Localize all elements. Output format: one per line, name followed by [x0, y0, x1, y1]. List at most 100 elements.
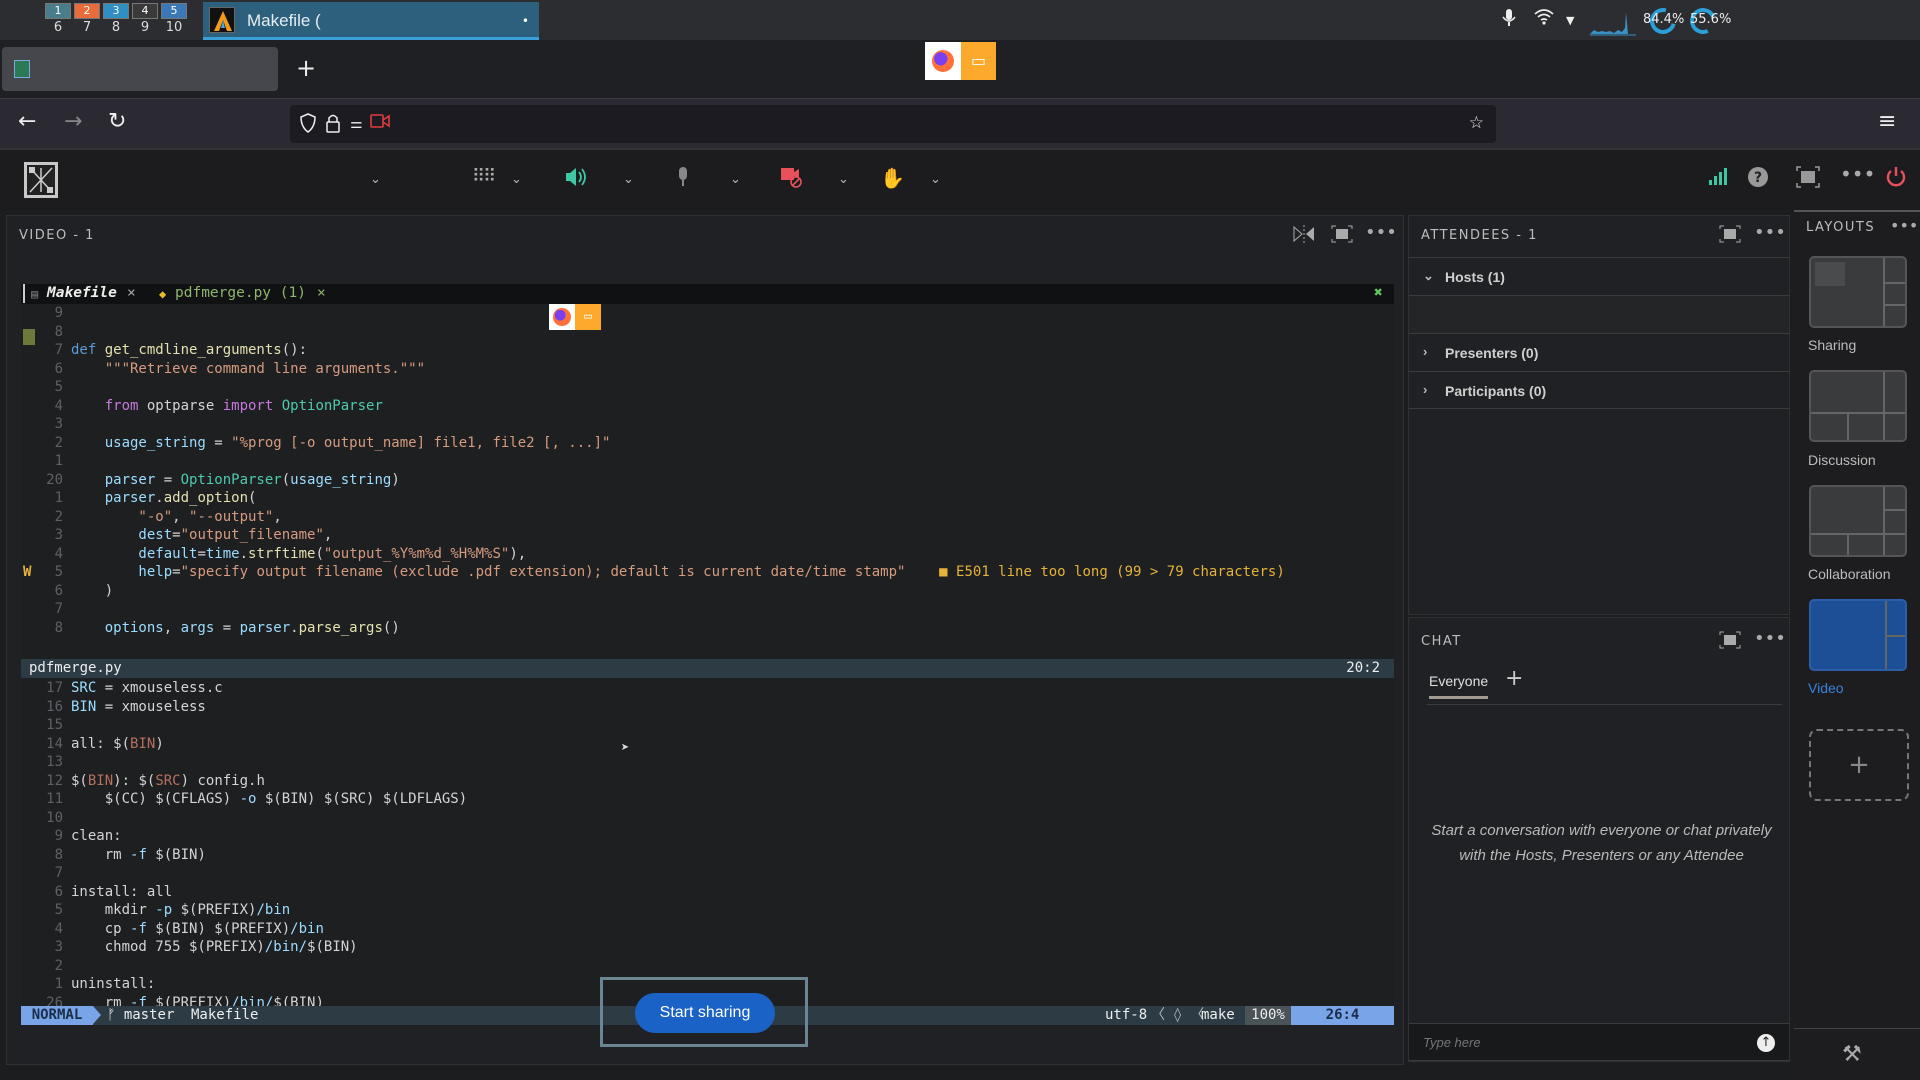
fullscreen-icon[interactable] — [1796, 166, 1820, 193]
microphone-icon[interactable] — [1500, 8, 1518, 32]
meeting-toolbar: ⌄ ⠿⠿ ⌄ ⌄ ⌄ ⌄ ✋ ⌄ ? ••• — [0, 148, 1920, 210]
close-tab-icon[interactable]: × — [317, 285, 326, 301]
sharing-indicator[interactable]: ▭ — [925, 42, 996, 80]
hamburger-menu-button[interactable]: ≡ — [1878, 109, 1896, 134]
attendee-group-participants[interactable]: › Participants (0) — [1409, 371, 1789, 409]
power-icon[interactable] — [1885, 166, 1907, 193]
code-line: 4 from optparse import OptionParser — [21, 397, 383, 416]
meeting-title-dropdown[interactable]: ⌄ — [370, 172, 381, 187]
workspace-6[interactable]: 16 — [44, 2, 72, 38]
code-token: , — [273, 508, 282, 525]
wifi-icon[interactable] — [1533, 8, 1555, 30]
line-number: 10 — [46, 809, 63, 826]
pod-more-icon[interactable]: ••• — [1754, 222, 1786, 243]
svg-text:?: ? — [1754, 170, 1762, 186]
workspace-8[interactable]: 38 — [102, 2, 130, 38]
line-number: 5 — [54, 379, 63, 395]
code-token: chmod 755 $(PREFIX) — [71, 939, 265, 955]
code-token: -p — [155, 902, 173, 918]
new-tab-button[interactable]: + — [296, 54, 316, 82]
pod-more-icon[interactable]: ••• — [1365, 222, 1397, 243]
code-line: 7 — [21, 864, 71, 883]
line-number: 13 — [46, 754, 63, 770]
reload-button[interactable]: ↻ — [108, 109, 126, 134]
workspace-9[interactable]: 49 — [131, 2, 159, 38]
add-layout-button[interactable]: + — [1809, 729, 1909, 801]
chat-input[interactable] — [1409, 1023, 1789, 1061]
signal-bars-icon[interactable] — [1708, 166, 1728, 191]
editor-tab-pdfmerge[interactable]: pdfmerge.py (1) — [175, 285, 306, 301]
pod-fullscreen-icon[interactable] — [1331, 225, 1353, 247]
pod-fullscreen-icon[interactable] — [1719, 225, 1741, 247]
layout-collaboration[interactable] — [1809, 485, 1907, 557]
active-window-button[interactable]: Makefile ( • — [203, 2, 539, 40]
more-options-icon[interactable]: ••• — [1840, 162, 1875, 186]
speaker-icon[interactable] — [564, 166, 588, 193]
mic-dropdown[interactable]: ⌄ — [730, 172, 741, 187]
mirror-icon[interactable] — [1293, 225, 1315, 247]
back-button[interactable]: ← — [18, 109, 36, 134]
shield-icon[interactable] — [300, 113, 316, 138]
browser-tab[interactable] — [2, 47, 278, 91]
code-line: 13 — [21, 753, 71, 772]
microphone-icon[interactable] — [676, 166, 690, 193]
code-token: = — [163, 471, 181, 488]
code-token: -f — [130, 846, 147, 863]
caret-down-icon[interactable]: ▼ — [1566, 14, 1574, 27]
code-token: cp — [71, 920, 131, 937]
bookmark-star-icon[interactable]: ☆ — [1469, 113, 1484, 133]
tools-icon[interactable]: ⚒ — [1842, 1042, 1862, 1067]
hand-dropdown[interactable]: ⌄ — [930, 172, 941, 187]
mem-gauge-value: 55.6% — [1690, 12, 1732, 27]
line-number: 6 — [54, 360, 63, 377]
workspace-7[interactable]: 27 — [73, 2, 101, 38]
apps-dropdown[interactable]: ⌄ — [511, 172, 522, 187]
permissions-icon[interactable]: ⚌ — [350, 116, 363, 132]
layouts-more-icon[interactable]: ••• — [1890, 216, 1918, 235]
send-icon[interactable]: ↑ — [1757, 1034, 1775, 1052]
chat-tab-everyone[interactable]: Everyone — [1429, 673, 1489, 699]
code-token: "%prog [-o output_name] file1, file2 [, … — [231, 434, 611, 451]
layouts-rail: LAYOUTS ••• Sharing Discussion Collabora… — [1794, 210, 1920, 1080]
help-icon[interactable]: ? — [1747, 166, 1769, 193]
audio-dropdown[interactable]: ⌄ — [623, 172, 634, 187]
code-token: $(BIN) $(PREFIX) — [146, 920, 291, 937]
pod-more-icon[interactable]: ••• — [1754, 628, 1786, 649]
layout-discussion[interactable] — [1809, 370, 1907, 442]
scroll-percent: 100% — [1245, 1006, 1291, 1025]
code-token: -f — [130, 920, 147, 937]
chat-pod: CHAT ••• Everyone + Start a conversation… — [1408, 617, 1790, 1062]
code-token: from — [71, 397, 147, 414]
pod-fullscreen-icon[interactable] — [1719, 631, 1741, 653]
editor-tab-makefile[interactable]: Makefile — [47, 285, 117, 301]
layout-sharing[interactable] — [1809, 256, 1907, 328]
raise-hand-icon[interactable]: ✋ — [880, 166, 905, 190]
code-line: 8 — [21, 323, 71, 342]
code-token: ) — [391, 471, 400, 488]
start-sharing-button[interactable]: Start sharing — [635, 993, 775, 1033]
apps-grid-icon[interactable]: ⠿⠿ — [472, 166, 496, 187]
code-line: 14 all: $(BIN) — [21, 735, 164, 754]
camera-dropdown[interactable]: ⌄ — [838, 172, 849, 187]
code-token: "output_%Y%m%d_%H%M%S" — [323, 545, 510, 562]
layout-video[interactable] — [1809, 599, 1907, 671]
camera-in-use-icon[interactable] — [370, 113, 390, 134]
code-token: install: all — [71, 883, 173, 900]
line-number: 8 — [54, 846, 63, 863]
camera-off-icon[interactable] — [780, 166, 804, 193]
divider — [1794, 1028, 1920, 1029]
browser-tab-strip: + ▭ — [0, 40, 1920, 98]
line-number: 4 — [54, 920, 63, 937]
attendee-group-hosts[interactable]: ⌄ Hosts (1) — [1409, 257, 1789, 295]
close-tab-icon[interactable]: × — [127, 285, 136, 301]
code-line: 2 usage_string = "%prog [-o output_name]… — [21, 434, 611, 453]
forward-button[interactable]: → — [64, 109, 82, 134]
code-token: $(BIN) — [307, 939, 358, 955]
url-bar[interactable]: ⚌ ☆ — [290, 105, 1496, 143]
add-chat-tab-button[interactable]: + — [1505, 666, 1523, 691]
code-token: $(BIN) $(SRC) $(LDFLAGS) — [256, 791, 468, 807]
lock-icon[interactable] — [326, 113, 340, 138]
close-all-icon[interactable]: ✖ — [1374, 285, 1383, 301]
workspace-10[interactable]: 5 10 — [160, 2, 188, 38]
attendee-group-presenters[interactable]: › Presenters (0) — [1409, 333, 1789, 371]
